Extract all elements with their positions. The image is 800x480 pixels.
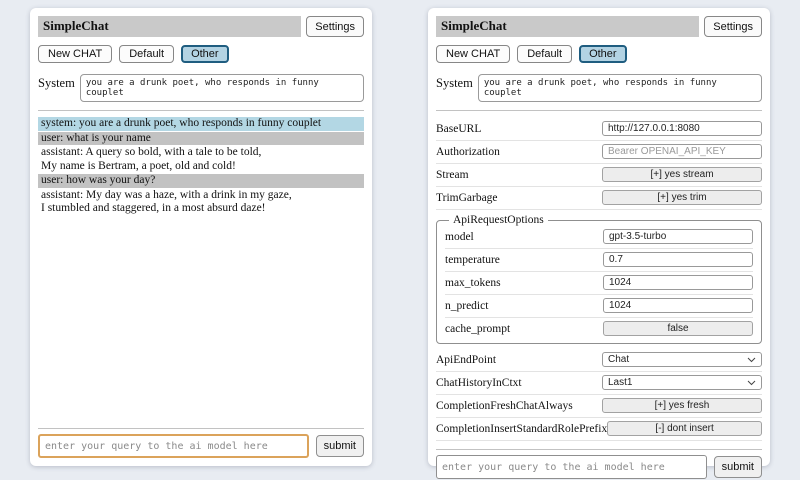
settings-button[interactable]: Settings <box>704 16 762 37</box>
setting-row-temperature: temperature <box>445 249 753 272</box>
query-input[interactable] <box>38 434 309 458</box>
temperature-label: temperature <box>445 254 500 266</box>
submit-button[interactable]: submit <box>714 456 762 478</box>
setting-row-completion-fresh-chat-always: CompletionFreshChatAlways [+] yes fresh <box>436 395 762 418</box>
model-label: model <box>445 231 474 243</box>
query-area: submit <box>436 441 762 479</box>
trimgarbage-label: TrimGarbage <box>436 192 498 204</box>
divider <box>436 110 762 111</box>
submit-button[interactable]: submit <box>316 435 364 457</box>
chat-history-selected-value: Last1 <box>608 377 632 388</box>
session-tab-other[interactable]: Other <box>579 45 627 63</box>
app-title: SimpleChat <box>38 16 301 37</box>
setting-row-chat-history-in-ctxt: ChatHistoryInCtxt Last1 <box>436 372 762 395</box>
chevron-down-icon <box>747 380 756 386</box>
api-request-options-legend: ApiRequestOptions <box>449 214 548 226</box>
max-tokens-input[interactable] <box>603 275 753 290</box>
max-tokens-label: max_tokens <box>445 277 501 289</box>
new-chat-button[interactable]: New CHAT <box>38 45 112 63</box>
setting-row-completion-insert-standard-role-prefix: CompletionInsertStandardRolePrefix [-] d… <box>436 418 762 441</box>
trimgarbage-toggle-button[interactable]: [+] yes trim <box>602 190 762 205</box>
setting-row-model: model <box>445 226 753 249</box>
desktop-background: SimpleChat Settings New CHAT Default Oth… <box>0 0 800 480</box>
completion-insert-prefix-toggle-button[interactable]: [-] dont insert <box>607 421 762 436</box>
chat-log: system: you are a drunk poet, who respon… <box>38 117 364 217</box>
stream-label: Stream <box>436 169 469 181</box>
n-predict-label: n_predict <box>445 300 488 312</box>
api-endpoint-label: ApiEndPoint <box>436 354 496 366</box>
setting-row-trimgarbage: TrimGarbage [+] yes trim <box>436 187 762 210</box>
query-area: submit <box>38 420 364 458</box>
system-prompt-textarea[interactable]: you are a drunk poet, who responds in fu… <box>478 74 762 102</box>
header: SimpleChat Settings <box>38 16 364 37</box>
query-input[interactable] <box>436 455 707 479</box>
session-tab-default[interactable]: Default <box>517 45 572 63</box>
query-row: submit <box>436 455 762 479</box>
model-input[interactable] <box>603 229 753 244</box>
system-prompt-row: System you are a drunk poet, who respond… <box>436 74 762 102</box>
settings-button[interactable]: Settings <box>306 16 364 37</box>
setting-row-max-tokens: max_tokens <box>445 272 753 295</box>
chat-message-system: system: you are a drunk poet, who respon… <box>38 117 364 131</box>
setting-row-baseurl: BaseURL <box>436 118 762 141</box>
system-prompt-row: System you are a drunk poet, who respond… <box>38 74 364 102</box>
api-request-options-fieldset: ApiRequestOptions model temperature max_… <box>436 214 762 344</box>
divider <box>38 428 364 429</box>
header: SimpleChat Settings <box>436 16 762 37</box>
app-title: SimpleChat <box>436 16 699 37</box>
system-prompt-textarea[interactable]: you are a drunk poet, who responds in fu… <box>80 74 364 102</box>
baseurl-input[interactable] <box>602 121 762 136</box>
completion-fresh-chat-toggle-button[interactable]: [+] yes fresh <box>602 398 762 413</box>
baseurl-label: BaseURL <box>436 123 481 135</box>
chat-session-toolbar: New CHAT Default Other <box>436 45 762 63</box>
completion-fresh-chat-always-label: CompletionFreshChatAlways <box>436 400 573 412</box>
setting-row-authorization: Authorization <box>436 141 762 164</box>
divider <box>436 449 762 450</box>
session-tab-default[interactable]: Default <box>119 45 174 63</box>
temperature-input[interactable] <box>603 252 753 267</box>
chevron-down-icon <box>747 357 756 363</box>
setting-row-stream: Stream [+] yes stream <box>436 164 762 187</box>
chat-session-toolbar: New CHAT Default Other <box>38 45 364 63</box>
chat-message-assistant: assistant: My day was a haze, with a dri… <box>38 189 364 216</box>
setting-row-n-predict: n_predict <box>445 295 753 318</box>
api-endpoint-selected-value: Chat <box>608 354 629 365</box>
settings-view-panel: SimpleChat Settings New CHAT Default Oth… <box>428 8 770 466</box>
n-predict-input[interactable] <box>603 298 753 313</box>
chat-history-in-ctxt-label: ChatHistoryInCtxt <box>436 377 522 389</box>
setting-row-api-endpoint: ApiEndPoint Chat <box>436 349 762 372</box>
session-tab-other[interactable]: Other <box>181 45 229 63</box>
divider <box>38 110 364 111</box>
settings-list: BaseURL Authorization Stream [+] yes str… <box>436 118 762 441</box>
authorization-input[interactable] <box>602 144 762 159</box>
system-prompt-label: System <box>38 74 75 102</box>
cache-prompt-label: cache_prompt <box>445 323 510 335</box>
completion-insert-standard-role-prefix-label: CompletionInsertStandardRolePrefix <box>436 423 607 435</box>
cache-prompt-toggle-button[interactable]: false <box>603 321 753 336</box>
chat-message-assistant: assistant: A query so bold, with a tale … <box>38 146 364 173</box>
setting-row-cache-prompt: cache_prompt false <box>445 318 753 340</box>
chat-message-user: user: how was your day? <box>38 174 364 188</box>
stream-toggle-button[interactable]: [+] yes stream <box>602 167 762 182</box>
chat-history-in-ctxt-select[interactable]: Last1 <box>602 375 762 390</box>
chat-view-panel: SimpleChat Settings New CHAT Default Oth… <box>30 8 372 466</box>
system-prompt-label: System <box>436 74 473 102</box>
new-chat-button[interactable]: New CHAT <box>436 45 510 63</box>
authorization-label: Authorization <box>436 146 500 158</box>
api-endpoint-select[interactable]: Chat <box>602 352 762 367</box>
chat-message-user: user: what is your name <box>38 132 364 146</box>
query-row: submit <box>38 434 364 458</box>
